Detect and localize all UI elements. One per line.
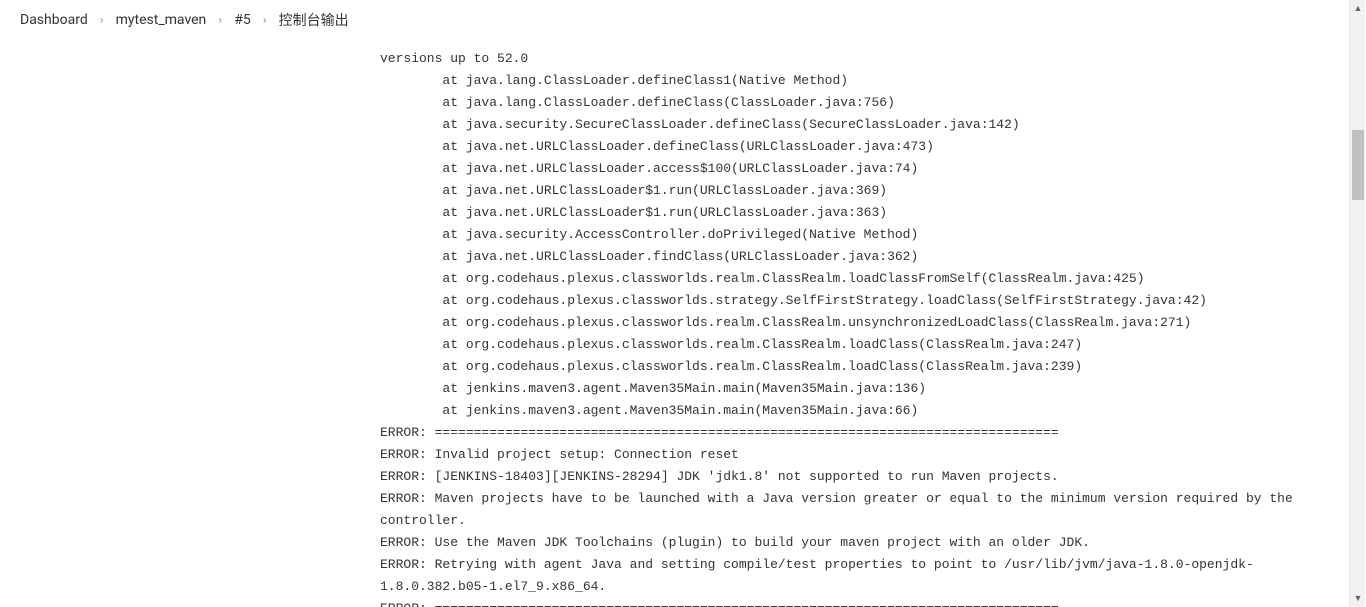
chevron-right-icon: › — [263, 13, 267, 28]
breadcrumb-console-output[interactable]: 控制台输出 — [275, 10, 353, 30]
breadcrumb: Dashboard › mytest_maven › #5 › 控制台输出 — [0, 0, 1366, 40]
scrollbar-up-button[interactable]: ▲ — [1350, 0, 1366, 17]
scrollbar-track[interactable]: ▲ ▼ — [1349, 0, 1365, 607]
chevron-right-icon: › — [100, 13, 104, 28]
breadcrumb-project[interactable]: mytest_maven — [112, 12, 211, 28]
breadcrumb-dashboard[interactable]: Dashboard — [16, 12, 92, 28]
console-output: versions up to 52.0 at java.lang.ClassLo… — [380, 48, 1366, 607]
scrollbar-thumb[interactable] — [1352, 130, 1364, 200]
content-area: versions up to 52.0 at java.lang.ClassLo… — [0, 40, 1366, 607]
left-panel — [0, 40, 380, 607]
scrollbar-down-button[interactable]: ▼ — [1350, 590, 1366, 607]
console-output-container: versions up to 52.0 at java.lang.ClassLo… — [380, 40, 1366, 607]
chevron-right-icon: › — [218, 13, 222, 28]
breadcrumb-build[interactable]: #5 — [230, 12, 255, 28]
